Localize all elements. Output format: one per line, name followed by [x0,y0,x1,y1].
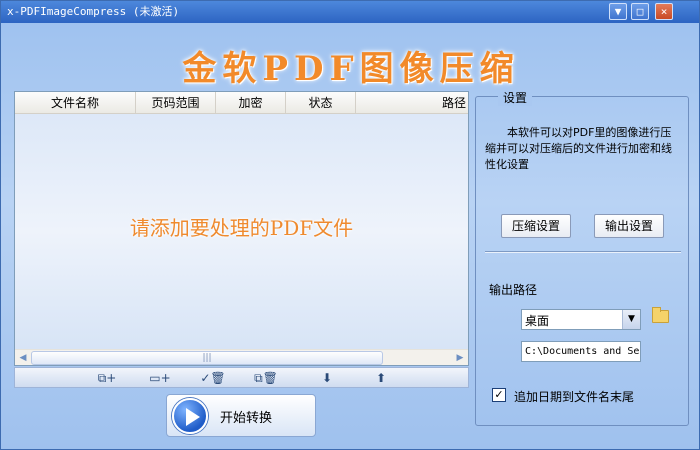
start-conversion-button[interactable]: 开始转换 [166,394,316,437]
app-logo-title: 金软PDF图像压缩 [182,49,520,89]
maximize-button[interactable]: □ [631,3,649,20]
add-folder-icon[interactable]: ▭+ [140,369,180,387]
list-toolbar: ⧉+ ▭+ ✓🗑 ⧉🗑 ⬇ ⬆ [14,367,469,388]
column-file-name[interactable]: 文件名称 [15,92,136,114]
start-conversion-label: 开始转换 [220,411,273,426]
window-title: x-PDFImageCompress (未激活) [7,5,180,18]
move-down-icon[interactable]: ⬇ [307,369,347,387]
scroll-left-icon[interactable]: ◀ [15,350,31,366]
scroll-thumb[interactable]: ||| [31,351,383,365]
column-status[interactable]: 状态 [286,92,356,114]
chevron-down-icon[interactable]: ▼ [622,310,640,329]
empty-list-hint: 请添加要处理的PDF文件 [129,216,354,240]
play-icon [172,398,208,434]
file-list-body[interactable]: 请添加要处理的PDF文件 [15,114,468,349]
title-bar: x-PDFImageCompress (未激活) ▼ □ × [1,1,699,23]
column-encryption[interactable]: 加密 [216,92,286,114]
output-location-value: 桌面 [525,314,550,328]
file-list-header: 文件名称 页码范围 加密 状态 路径 [15,92,468,114]
settings-legend: 设置 [498,89,533,106]
output-settings-button[interactable]: 输出设置 [594,214,664,238]
settings-description: 本软件可以对PDF里的图像进行压缩并可以对压缩后的文件进行加密和线性化设置 [485,126,672,171]
close-button[interactable]: × [655,3,673,20]
remove-all-icon[interactable]: ⧉🗑 [246,369,286,387]
compress-settings-button[interactable]: 压缩设置 [501,214,571,238]
horizontal-scrollbar[interactable]: ◀ ||| ▶ [15,349,468,365]
column-page-range[interactable]: 页码范围 [136,92,216,114]
output-path-field[interactable]: C:\Documents and Se [521,341,641,362]
output-location-select[interactable]: 桌面 ▼ [521,309,641,330]
settings-divider [485,251,681,253]
file-list[interactable]: 文件名称 页码范围 加密 状态 路径 请添加要处理的PDF文件 ◀ ||| ▶ [14,91,469,366]
append-date-checkbox[interactable]: ✓ [492,388,506,402]
output-path-label: 输出路径 [489,283,538,297]
browse-folder-icon[interactable] [652,307,669,323]
app-window: x-PDFImageCompress (未激活) ▼ □ × 金软PDF图像压缩… [0,0,700,450]
move-up-icon[interactable]: ⬆ [361,369,401,387]
remove-checked-icon[interactable]: ✓🗑 [193,369,233,387]
minimize-button[interactable]: ▼ [609,3,627,20]
scroll-right-icon[interactable]: ▶ [452,350,468,366]
append-date-label[interactable]: 追加日期到文件名末尾 [514,388,634,405]
column-path[interactable]: 路径 [356,92,468,114]
add-file-icon[interactable]: ⧉+ [87,369,127,387]
